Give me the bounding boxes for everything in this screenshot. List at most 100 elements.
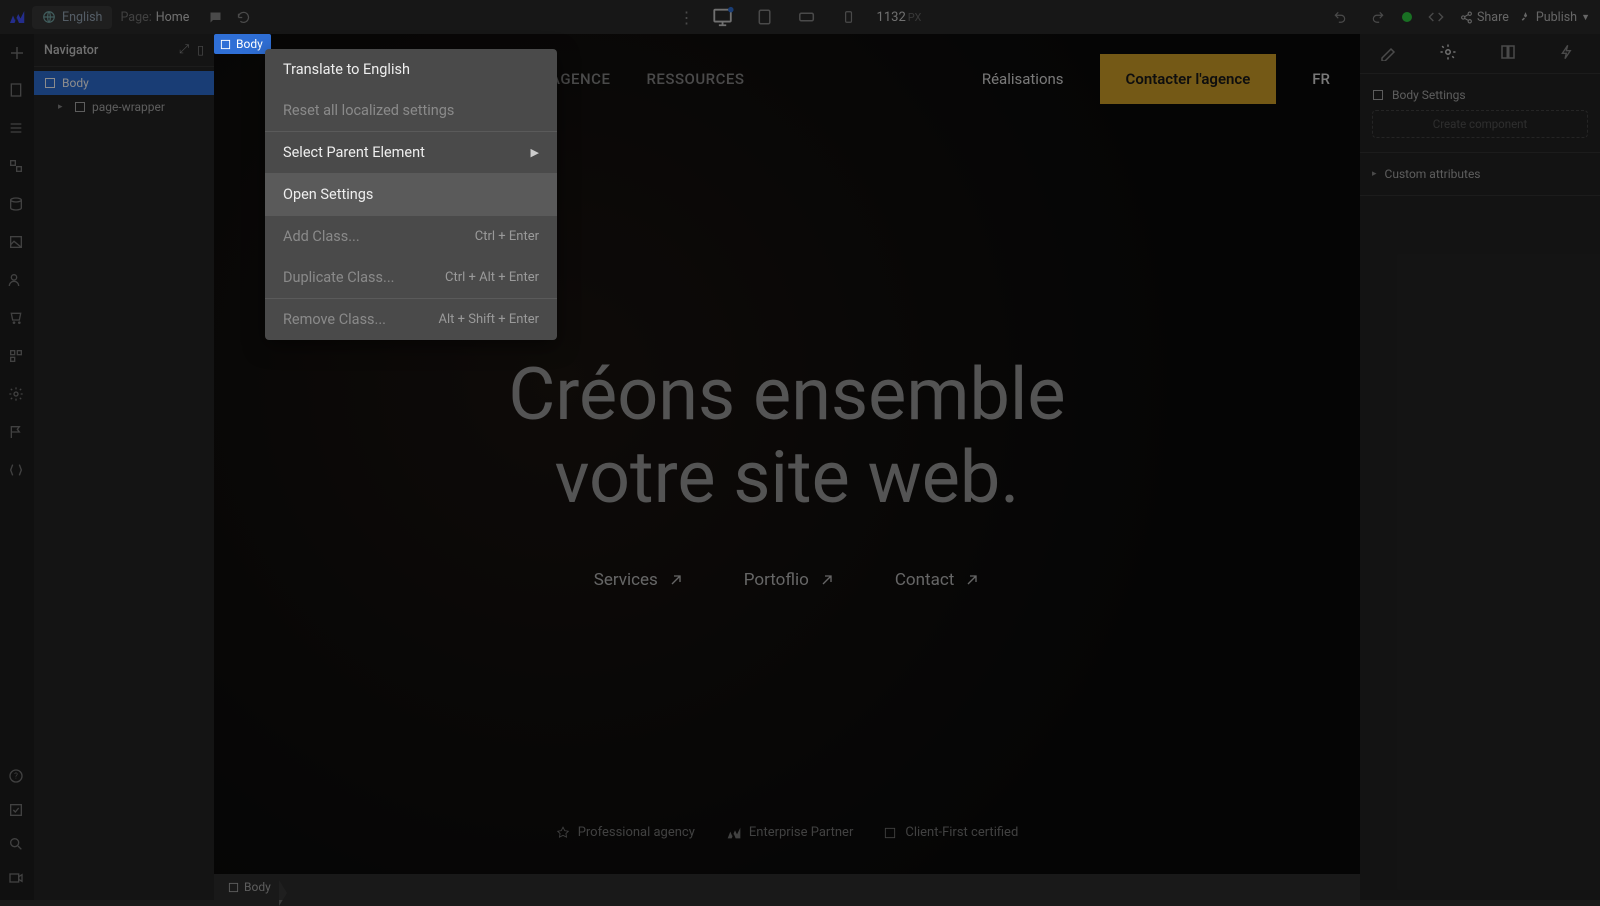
locale-selector[interactable]: English [32,6,112,29]
site-cta-button[interactable]: Contacter l'agence [1100,54,1277,104]
mobile-landscape-breakpoint-icon[interactable] [793,3,821,31]
settings-tab-icon[interactable] [1439,43,1461,65]
page-prefix: Page: [120,10,151,25]
comments-icon[interactable] [203,5,227,29]
footer-badges: Professional agency Enterprise Partner C… [214,825,1360,840]
left-rail: ? [0,34,34,900]
right-panel: Body Settings Create component ▸ Custom … [1360,34,1600,900]
share-icon [1460,11,1473,24]
navigator-tree: Body ▸ page-wrapper [34,67,214,123]
navigator-panel-icon[interactable] [8,120,26,138]
create-component-button[interactable]: Create component [1372,110,1588,138]
cms-panel-icon[interactable] [8,196,26,214]
page-name[interactable]: Home [156,10,190,25]
div-element-icon [74,101,86,113]
components-panel-icon[interactable] [8,158,26,176]
layout-tab-icon[interactable] [1499,43,1521,65]
nav-item-page-wrapper[interactable]: ▸ page-wrapper [34,95,214,119]
publish-button[interactable]: Publish ▼ [1519,10,1590,25]
rocket-icon [1519,11,1532,24]
interactions-tab-icon[interactable] [1559,43,1581,65]
cm-remove-class: Remove Class...Alt + Shift + Enter [265,299,557,340]
hero-link-services[interactable]: Services [594,570,684,590]
cm-translate[interactable]: Translate to English [265,49,557,90]
breadcrumb-body[interactable]: Body [224,880,281,894]
cm-add-class: Add Class...Ctrl + Enter [265,216,557,257]
badge-icon [556,826,570,840]
site-nav-ressources[interactable]: RESSOURCES [646,70,744,88]
hero-links: Services Portoflio Contact [214,570,1360,590]
topbar-right: Share Publish ▼ [1326,5,1590,29]
breakpoint-ellipsis-icon[interactable]: ⋮ [679,8,695,27]
globe-icon [42,10,56,24]
arrow-up-right-icon [668,572,684,588]
cm-reset-localized: Reset all localized settings [265,90,557,131]
ecommerce-panel-icon[interactable] [8,310,26,328]
search-icon[interactable] [8,836,26,854]
navigator-pin-icon[interactable]: ▯ [197,42,204,58]
tablet-breakpoint-icon[interactable] [751,3,779,31]
share-button[interactable]: Share [1460,10,1509,25]
redo-icon[interactable] [1366,5,1390,29]
mobile-breakpoint-icon[interactable] [835,3,863,31]
site-nav-realisations[interactable]: Réalisations [982,70,1064,88]
code-icon[interactable] [1424,5,1448,29]
site-nav-agence[interactable]: AGENCE [550,70,610,88]
style-tab-icon[interactable] [1379,43,1401,65]
hero-link-portfolio[interactable]: Portoflio [744,570,835,590]
cm-duplicate-class: Duplicate Class...Ctrl + Alt + Enter [265,257,557,298]
navigator-title: Navigator [44,43,98,58]
breakpoint-controls: ⋮ 1132PX [679,3,922,31]
webflow-logo-icon[interactable] [0,0,32,34]
webflow-mark-icon [725,827,741,839]
top-bar: English Page: Home ⋮ 1132PX Share Publis… [0,0,1600,34]
navigator-header: Navigator ⤢ ▯ [34,34,214,67]
body-element-icon [1372,89,1384,101]
context-menu: Translate to English Reset all localized… [265,49,557,340]
cm-open-settings[interactable]: Open Settings [265,174,557,215]
settings-panel-icon[interactable] [8,386,26,404]
expand-caret-icon[interactable]: ▸ [58,102,68,112]
nav-item-body[interactable]: Body [34,71,214,95]
audit-icon[interactable] [8,802,26,820]
submenu-arrow-icon: ▶ [531,146,539,159]
canvas-width[interactable]: 1132PX [877,10,922,25]
body-element-icon [44,77,56,89]
selection-badge[interactable]: Body [214,34,271,54]
badge-professional: Professional agency [556,825,695,840]
add-panel-icon[interactable] [8,44,26,62]
site-lang-toggle[interactable]: FR [1312,70,1330,88]
video-icon[interactable] [8,870,26,888]
body-settings-row[interactable]: Body Settings [1372,84,1588,106]
locale-label: English [62,10,102,25]
flag-panel-icon[interactable] [8,424,26,442]
undo-icon[interactable] [1328,5,1352,29]
users-panel-icon[interactable] [8,272,26,290]
badge-enterprise: Enterprise Partner [725,825,853,840]
right-panel-tabs [1360,34,1600,74]
navigator-collapse-icon[interactable]: ⤢ [179,42,189,58]
breadcrumb-bar: Body [214,874,1360,900]
body-element-icon [228,882,239,893]
hero-heading[interactable]: Créons ensemblevotre site web. [214,354,1360,520]
arrow-up-right-icon [964,572,980,588]
help-icon[interactable]: ? [8,768,26,786]
cm-select-parent[interactable]: Select Parent Element▶ [265,132,557,173]
badge-clientfirst: Client-First certified [883,825,1018,840]
refresh-icon[interactable] [231,5,255,29]
hero-link-contact[interactable]: Contact [895,570,980,590]
desktop-breakpoint-icon[interactable] [709,3,737,31]
variables-panel-icon[interactable] [8,462,26,480]
arrow-up-right-icon [819,572,835,588]
apps-panel-icon[interactable] [8,348,26,366]
navigator-panel: Navigator ⤢ ▯ Body ▸ page-wrapper [34,34,214,900]
status-indicator-icon [1402,12,1412,22]
svg-text:?: ? [14,772,18,781]
cert-icon [883,826,897,840]
custom-attributes-row[interactable]: ▸ Custom attributes [1372,163,1588,185]
body-element-icon [220,39,231,50]
hero-section: Créons ensemblevotre site web. Services … [214,354,1360,590]
pages-panel-icon[interactable] [8,82,26,100]
caret-right-icon: ▸ [1372,169,1377,179]
assets-panel-icon[interactable] [8,234,26,252]
